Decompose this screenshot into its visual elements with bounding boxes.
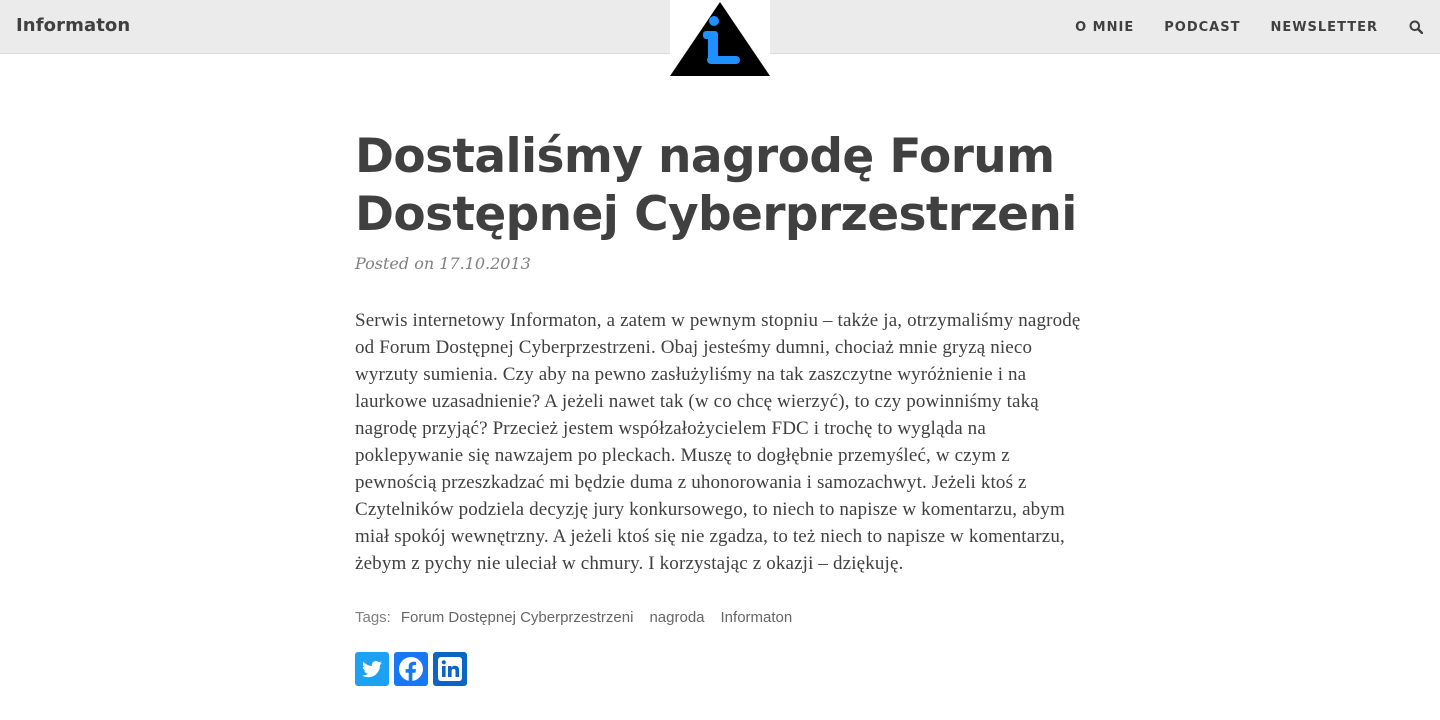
nav-item-newsletter: NEWSLETTER [1270,18,1378,36]
post-article: Dostaliśmy nagrodę Forum Dostępnej Cyber… [355,128,1085,686]
linkedin-icon [438,657,462,681]
facebook-icon [399,657,423,682]
share-buttons [355,652,1085,686]
tag-link[interactable]: Forum Dostępnej Cyberprzestrzeni [401,609,634,626]
site-brand-link[interactable]: Informaton [16,15,130,36]
nav-link-o-mnie[interactable]: O MNIE [1075,20,1134,35]
nav-menu: O MNIE PODCAST NEWSLETTER [1045,0,1424,54]
share-facebook-button[interactable] [394,652,428,686]
info-triangle-icon [670,2,770,76]
share-twitter-button[interactable] [355,652,389,686]
nav-link-podcast[interactable]: PODCAST [1164,20,1240,35]
tags-label: Tags: [355,609,391,626]
nav-item-o-mnie: O MNIE [1075,18,1134,36]
post-date: Posted on 17.10.2013 [355,254,531,273]
search-button[interactable] [1408,19,1424,35]
tag-link[interactable]: Informaton [721,609,793,626]
post-tags: Tags: Forum Dostępnej Cyberprzestrzeni n… [355,609,1085,626]
post-title: Dostaliśmy nagrodę Forum Dostępnej Cyber… [355,129,1077,242]
share-linkedin-button[interactable] [433,652,467,686]
site-logo[interactable] [670,0,770,76]
tag-link[interactable]: nagroda [649,609,704,626]
post-body: Serwis internetowy Informaton, a zatem w… [355,310,1081,574]
search-icon [1409,20,1423,34]
nav-link-newsletter[interactable]: NEWSLETTER [1270,20,1378,35]
nav-item-podcast: PODCAST [1164,18,1240,36]
twitter-icon [362,661,382,678]
